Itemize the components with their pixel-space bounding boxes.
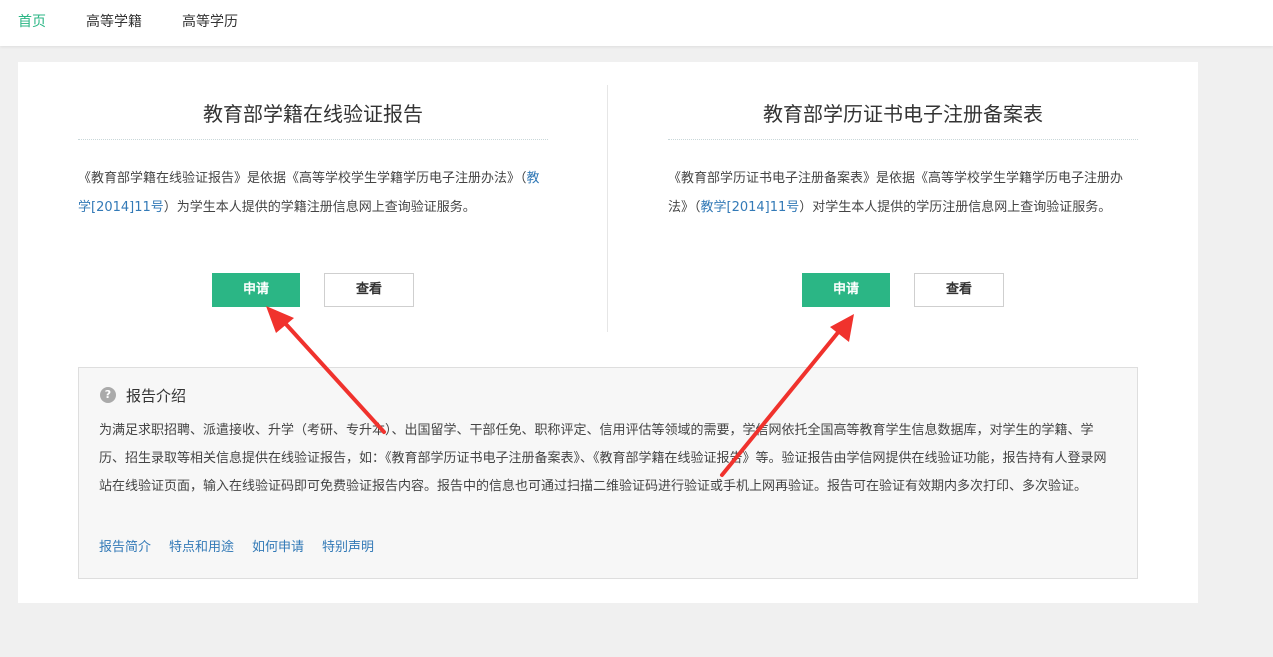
- intro-body: 为满足求职招聘、派遣接收、升学（考研、专升本）、出国留学、干部任免、职称评定、信…: [99, 423, 1107, 495]
- view-button[interactable]: 查看: [914, 273, 1004, 307]
- title-divider: [78, 139, 548, 140]
- intro-title: 报告介绍: [126, 386, 187, 405]
- report-intro-box: ? 报告介绍 为满足求职招聘、派遣接收、升学（考研、专升本）、出国留学、干部任免…: [78, 367, 1138, 579]
- link-how-to-apply[interactable]: 如何申请: [252, 539, 304, 557]
- link-report-summary[interactable]: 报告简介: [99, 539, 151, 557]
- column-divider: [607, 85, 608, 332]
- intro-header: ? 报告介绍: [100, 385, 186, 405]
- nav-item-home[interactable]: 首页: [18, 13, 46, 31]
- nav-item-higher-degree[interactable]: 高等学历: [182, 13, 238, 31]
- apply-button[interactable]: 申请: [212, 273, 300, 307]
- link-special-statement[interactable]: 特别声明: [322, 539, 374, 557]
- panel-title: 教育部学历证书电子注册备案表: [763, 102, 1043, 126]
- panel-title: 教育部学籍在线验证报告: [203, 102, 423, 126]
- link-features-uses[interactable]: 特点和用途: [169, 539, 234, 557]
- intro-links: 报告简介 特点和用途 如何申请 特别声明: [99, 539, 392, 557]
- apply-button[interactable]: 申请: [802, 273, 890, 307]
- policy-link[interactable]: 教学[2014]11号: [701, 200, 800, 215]
- desc-text: ）对学生本人提供的学历注册信息网上查询验证服务。: [799, 199, 1112, 215]
- view-button[interactable]: 查看: [324, 273, 414, 307]
- top-nav: 首页 高等学籍 高等学历: [0, 0, 1273, 46]
- desc-text: ）为学生本人提供的学籍注册信息网上查询验证服务。: [163, 199, 476, 215]
- panel-description: 《教育部学籍在线验证报告》是依据《高等学校学生学籍学历电子注册办法》（教学[20…: [78, 165, 548, 222]
- nav-item-higher-enrollment[interactable]: 高等学籍: [86, 13, 142, 31]
- main-card: 教育部学籍在线验证报告 《教育部学籍在线验证报告》是依据《高等学校学生学籍学历电…: [18, 62, 1198, 603]
- title-divider: [668, 139, 1138, 140]
- desc-text: 《教育部学籍在线验证报告》是依据《高等学校学生学籍学历电子注册办法》（: [78, 171, 527, 186]
- panel-description: 《教育部学历证书电子注册备案表》是依据《高等学校学生学籍学历电子注册办法》（教学…: [668, 165, 1138, 222]
- question-icon: ?: [100, 387, 116, 403]
